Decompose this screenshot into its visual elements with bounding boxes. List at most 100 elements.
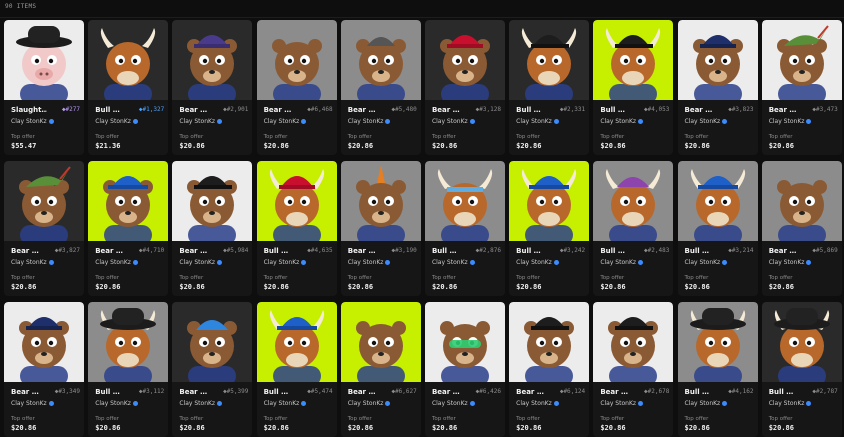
creator-name[interactable]: Clay StonKz	[264, 118, 307, 125]
creator-name[interactable]: Clay StonKz	[600, 400, 644, 407]
creator-name[interactable]: Clay StonKz	[769, 400, 812, 407]
nft-card[interactable]: Bear … ◆#6,627 Clay StonKz Top offer $20.86	[340, 302, 421, 437]
nft-artwork[interactable]	[4, 302, 84, 382]
creator-name[interactable]: Clay StonKz	[516, 400, 559, 407]
top-offer-price: $20.86	[516, 283, 542, 291]
rarity-rank: ◆#2,483	[644, 247, 670, 254]
creator-name[interactable]: Clay StonKz	[769, 118, 812, 125]
creator-name[interactable]: Clay StonKz	[179, 400, 223, 407]
nft-card[interactable]: Bull … ◆#2,483 Clay StonKz Top offer $20.86	[593, 161, 674, 296]
nft-card[interactable]: Bull … ◆#4,635 Clay StonKz Top offer $20.86	[256, 161, 337, 296]
creator-name[interactable]: Clay StonKz	[600, 259, 644, 266]
top-offer-price: $20.86	[347, 142, 374, 150]
nft-name: Bull …	[516, 106, 541, 114]
creator-name[interactable]: Clay StonKz	[179, 259, 223, 266]
nft-card[interactable]: Bear … ◆#6,124 Clay StonKz Top offer $20.86	[509, 302, 590, 437]
nft-artwork[interactable]	[256, 20, 337, 100]
top-offer-label: Top offer	[11, 134, 35, 140]
nft-artwork[interactable]	[256, 302, 337, 382]
nft-name: Bear …	[11, 247, 39, 255]
creator-name[interactable]: Clay StonKz	[179, 118, 223, 125]
nft-artwork[interactable]	[677, 20, 758, 100]
nft-name: Bear …	[431, 106, 460, 114]
nft-artwork[interactable]	[172, 20, 253, 100]
nft-card[interactable]: Bull … ◆#3,242 Clay StonKz Top offer $20.86	[509, 161, 590, 296]
nft-card[interactable]: Slaught… ◆#277 Clay StonKz Top offer $55.47	[4, 20, 84, 155]
nft-card[interactable]: Bull … ◆#2,331 Clay StonKz Top offer $20.86	[509, 20, 590, 155]
nft-card[interactable]: Bear … ◆#6,426 Clay StonKz Top offer $20.86	[424, 302, 505, 437]
nft-artwork[interactable]	[88, 302, 169, 382]
nft-card[interactable]: Bear … ◆#3,349 Clay StonKz Top offer $20.86	[4, 302, 84, 437]
nft-artwork[interactable]	[761, 302, 842, 382]
creator-name[interactable]: Clay StonKz	[432, 259, 475, 266]
nft-artwork[interactable]	[761, 20, 842, 100]
creator-name[interactable]: Clay StonKz	[600, 118, 644, 125]
nft-card[interactable]: Bear … ◆#3,190 Clay StonKz Top offer $20.86	[340, 161, 421, 296]
nft-artwork[interactable]	[340, 302, 421, 382]
nft-artwork[interactable]	[509, 302, 590, 382]
nft-artwork[interactable]	[509, 20, 590, 100]
nft-artwork[interactable]	[677, 161, 758, 241]
creator-name[interactable]: Clay StonKz	[516, 118, 559, 125]
creator-name[interactable]: Clay StonKz	[264, 400, 307, 407]
creator-name[interactable]: Clay StonKz	[432, 118, 475, 125]
nft-card[interactable]: Bear … ◆#6,468 Clay StonKz Top offer $20.86	[256, 20, 337, 155]
nft-artwork[interactable]	[172, 302, 253, 382]
nft-artwork[interactable]	[677, 302, 758, 382]
creator-name[interactable]: Clay StonKz	[348, 400, 391, 407]
nft-card[interactable]: Bear … ◆#3,827 Clay StonKz Top offer $20.86	[4, 161, 84, 296]
creator-name[interactable]: Clay StonKz	[769, 259, 812, 266]
nft-artwork[interactable]	[509, 161, 590, 241]
creator-name[interactable]: Clay StonKz	[685, 259, 728, 266]
nft-card[interactable]: Bull … ◆#2,876 Clay StonKz Top offer $20.86	[424, 161, 505, 296]
nft-card[interactable]: Bull … ◆#5,474 Clay StonKz Top offer $20.86	[256, 302, 337, 437]
nft-artwork[interactable]	[340, 161, 421, 241]
creator-name[interactable]: Clay StonKz	[95, 259, 138, 266]
nft-card[interactable]: Bear … ◆#3,473 Clay StonKz Top offer $20.86	[761, 20, 842, 155]
nft-card[interactable]: Bull … ◆#1,327 Clay StonKz Top offer $21.36	[88, 20, 169, 155]
creator-name[interactable]: Clay StonKz	[11, 118, 54, 125]
nft-artwork[interactable]	[593, 20, 674, 100]
creator-name[interactable]: Clay StonKz	[95, 118, 138, 125]
nft-card[interactable]: Bear … ◆#4,710 Clay StonKz Top offer $20.86	[88, 161, 169, 296]
nft-card[interactable]: Bull … ◆#4,053 Clay StonKz Top offer $20.86	[593, 20, 674, 155]
nft-artwork[interactable]	[88, 20, 169, 100]
nft-card[interactable]: Bear … ◆#2,901 Clay StonKz Top offer $20.86	[172, 20, 253, 155]
creator-name[interactable]: Clay StonKz	[348, 118, 391, 125]
nft-artwork[interactable]	[593, 161, 674, 241]
nft-artwork[interactable]	[761, 161, 842, 241]
nft-card[interactable]: Bull … ◆#3,112 Clay StonKz Top offer $20.86	[88, 302, 169, 437]
nft-card[interactable]: Bear … ◆#5,480 Clay StonKz Top offer $20.86	[340, 20, 421, 155]
nft-card[interactable]: Bear … ◆#2,678 Clay StonKz Top offer $20.86	[593, 302, 674, 437]
creator-name[interactable]: Clay StonKz	[11, 259, 54, 266]
creator-name[interactable]: Clay StonKz	[95, 400, 138, 407]
creator-name[interactable]: Clay StonKz	[685, 118, 728, 125]
nft-name: Bull …	[768, 388, 794, 396]
nft-artwork[interactable]	[424, 302, 505, 382]
creator-name[interactable]: Clay StonKz	[432, 400, 475, 407]
nft-card[interactable]: Bear … ◆#5,399 Clay StonKz Top offer $20.86	[172, 302, 253, 437]
nft-card[interactable]: Bull … ◆#2,787 Clay StonKz Top offer $20.86	[761, 302, 842, 437]
creator-name[interactable]: Clay StonKz	[685, 400, 728, 407]
nft-artwork[interactable]	[424, 20, 505, 100]
nft-artwork[interactable]	[593, 302, 674, 382]
creator-name[interactable]: Clay StonKz	[348, 259, 391, 266]
top-offer-price: $20.86	[600, 424, 626, 432]
creator-name[interactable]: Clay StonKz	[516, 259, 559, 266]
nft-artwork[interactable]	[4, 20, 84, 100]
nft-card[interactable]: Bear … ◆#5,869 Clay StonKz Top offer $20.86	[761, 161, 842, 296]
nft-artwork[interactable]	[340, 20, 421, 100]
nft-artwork[interactable]	[4, 161, 84, 241]
nft-artwork[interactable]	[172, 161, 253, 241]
nft-card[interactable]: Bear … ◆#3,823 Clay StonKz Top offer $20.86	[677, 20, 758, 155]
creator-name[interactable]: Clay StonKz	[11, 400, 54, 407]
nft-card[interactable]: Bull … ◆#4,162 Clay StonKz Top offer $20.86	[677, 302, 758, 437]
nft-artwork[interactable]	[256, 161, 337, 241]
nft-name: Bull …	[600, 106, 625, 114]
nft-artwork[interactable]	[424, 161, 505, 241]
nft-artwork[interactable]	[88, 161, 169, 241]
creator-name[interactable]: Clay StonKz	[264, 259, 307, 266]
nft-card[interactable]: Bull … ◆#3,214 Clay StonKz Top offer $20.86	[677, 161, 758, 296]
nft-card[interactable]: Bear … ◆#5,984 Clay StonKz Top offer $20.86	[172, 161, 253, 296]
nft-card[interactable]: Bear … ◆#3,128 Clay StonKz Top offer $20.86	[424, 20, 505, 155]
